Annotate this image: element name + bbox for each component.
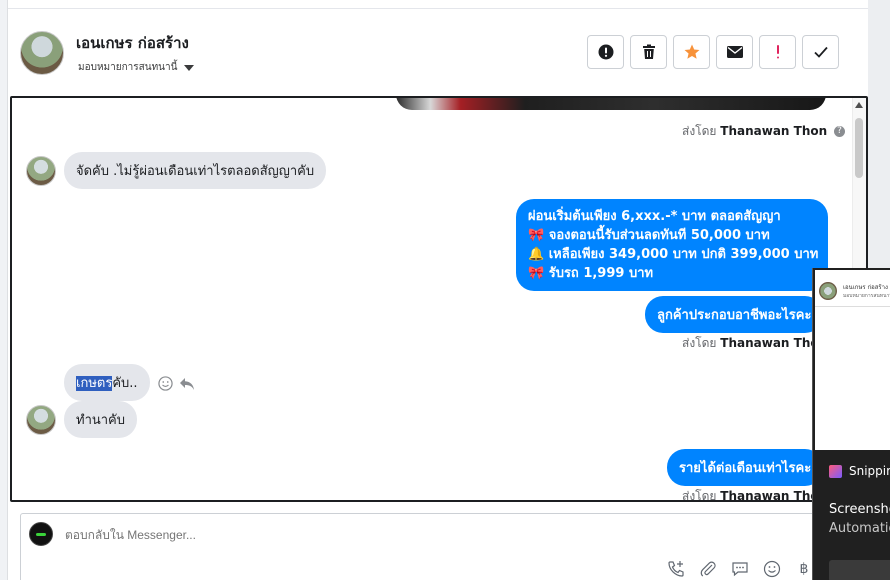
scroll-up-arrow-icon[interactable] [855, 102, 863, 108]
attach-button[interactable] [698, 559, 718, 579]
emoji-react-icon[interactable] [158, 376, 173, 391]
snipping-app-label: Snippir [829, 464, 890, 478]
smiley-icon [763, 560, 781, 578]
message-line: 🎀 รับรถ 1,999 บาท [528, 266, 654, 281]
avatar [819, 282, 837, 300]
chat-bubble-icon [732, 562, 748, 577]
messenger-page: เอนเกษร ก่อสร้าง มอบหมายการสนทนานี้ ส่งโ… [0, 0, 890, 580]
saved-replies-button[interactable] [730, 559, 750, 579]
screenshot-preview[interactable]: เอนเกษร ก่อสร้าง มอบหมายการสนทนานี้ ▾ [815, 270, 890, 450]
sent-by-label: ส่งโดย Thanawan Thon ? [682, 122, 845, 141]
outgoing-message[interactable]: ลูกค้าประกอบอาชีพอะไรคะ [645, 296, 824, 333]
page-title[interactable]: เอนเกษร ก่อสร้าง [76, 31, 189, 55]
sent-by-prefix: ส่งโดย [682, 489, 717, 502]
incoming-message[interactable]: จัดคับ .ไม่รู้ผ่อนเดือนเท่าไรตลอดสัญญาคั… [64, 152, 327, 189]
outgoing-message[interactable]: รายได้ต่อเดือนเท่าไรคะ [667, 449, 824, 486]
mark-done-button[interactable] [802, 35, 839, 69]
sent-by-label: ส่งโดย Thanawan Thon [682, 487, 827, 502]
avatar [29, 522, 53, 546]
emoji-button[interactable] [762, 559, 782, 579]
call-button[interactable] [666, 559, 686, 579]
reply-icon[interactable] [179, 377, 195, 391]
composer-toolbar: ฿ [666, 559, 814, 579]
message-thread[interactable]: ส่งโดย Thanawan Thon ? จัดคับ .ไม่รู้ผ่อ… [10, 96, 868, 502]
preview-subtitle: มอบหมายการสนทนานี้ ▾ [843, 293, 890, 299]
trash-icon [642, 44, 655, 59]
avatar[interactable] [26, 405, 56, 435]
reply-input[interactable] [65, 528, 665, 542]
envelope-icon [726, 46, 743, 58]
paperclip-icon [700, 561, 716, 577]
left-panel-edge [0, 0, 8, 580]
notification-action-button[interactable] [829, 560, 890, 580]
avatar[interactable] [26, 156, 56, 186]
scroll-thumb[interactable] [855, 118, 863, 178]
star-button[interactable] [673, 35, 710, 69]
sent-by-prefix: ส่งโดย [682, 336, 717, 350]
notification-title: Screensho [829, 502, 890, 517]
selected-text[interactable]: เกษตร [76, 376, 113, 391]
assign-conversation-dropdown[interactable]: มอบหมายการสนทนานี้ [78, 60, 195, 75]
image-attachment[interactable] [396, 98, 826, 110]
app-name: Snippir [849, 464, 890, 478]
conversation-header: เอนเกษร ก่อสร้าง มอบหมายการสนทนานี้ [8, 9, 868, 95]
sent-by-prefix: ส่งโดย [682, 124, 717, 138]
divider [815, 306, 890, 307]
sender-name[interactable]: Thanawan Thon [720, 124, 827, 138]
mark-unread-button[interactable] [716, 35, 753, 69]
follow-up-button[interactable] [759, 35, 796, 69]
star-icon [684, 44, 699, 59]
exclamation-icon [776, 45, 779, 59]
baht-icon: ฿ [799, 561, 809, 577]
assign-label: มอบหมายการสนทนานี้ [78, 62, 178, 73]
message-line: ผ่อนเริ่มต้นเพียง 6,xxx.-* บาท ตลอดสัญญา [528, 209, 781, 224]
reply-composer: ฿ [20, 513, 820, 580]
message-text: คับ.. [112, 376, 138, 391]
sent-by-label: ส่งโดย Thanawan Thon [682, 334, 827, 353]
message-line: 🎀 จองตอนนี้รับส่วนลดทันที 50,000 บาท [528, 228, 770, 243]
alert-circle-icon [598, 44, 613, 60]
snipping-notification[interactable]: เอนเกษร ก่อสร้าง มอบหมายการสนทนานี้ ▾ Sn… [812, 268, 890, 580]
message-actions [158, 376, 195, 391]
help-icon[interactable]: ? [834, 126, 845, 137]
notification-subtitle: Automatio [829, 521, 890, 536]
message-line: 🔔 เหลือเพียง 349,000 บาท ปกติ 399,000 บา… [528, 247, 819, 262]
check-icon [813, 46, 828, 58]
incoming-message[interactable]: ทำนาคับ [64, 401, 138, 438]
phone-plus-icon [668, 561, 684, 577]
payment-button[interactable]: ฿ [794, 559, 814, 579]
incoming-message[interactable]: เกษตรคับ.. [64, 364, 150, 401]
preview-title: เอนเกษร ก่อสร้าง [843, 284, 888, 291]
header-actions [587, 35, 839, 69]
delete-button[interactable] [630, 35, 667, 69]
snipping-tool-icon [829, 464, 842, 478]
caret-down-icon [184, 64, 195, 71]
avatar[interactable] [20, 31, 64, 75]
alert-button[interactable] [587, 35, 624, 69]
outgoing-message[interactable]: ผ่อนเริ่มต้นเพียง 6,xxx.-* บาท ตลอดสัญญา… [516, 199, 829, 291]
